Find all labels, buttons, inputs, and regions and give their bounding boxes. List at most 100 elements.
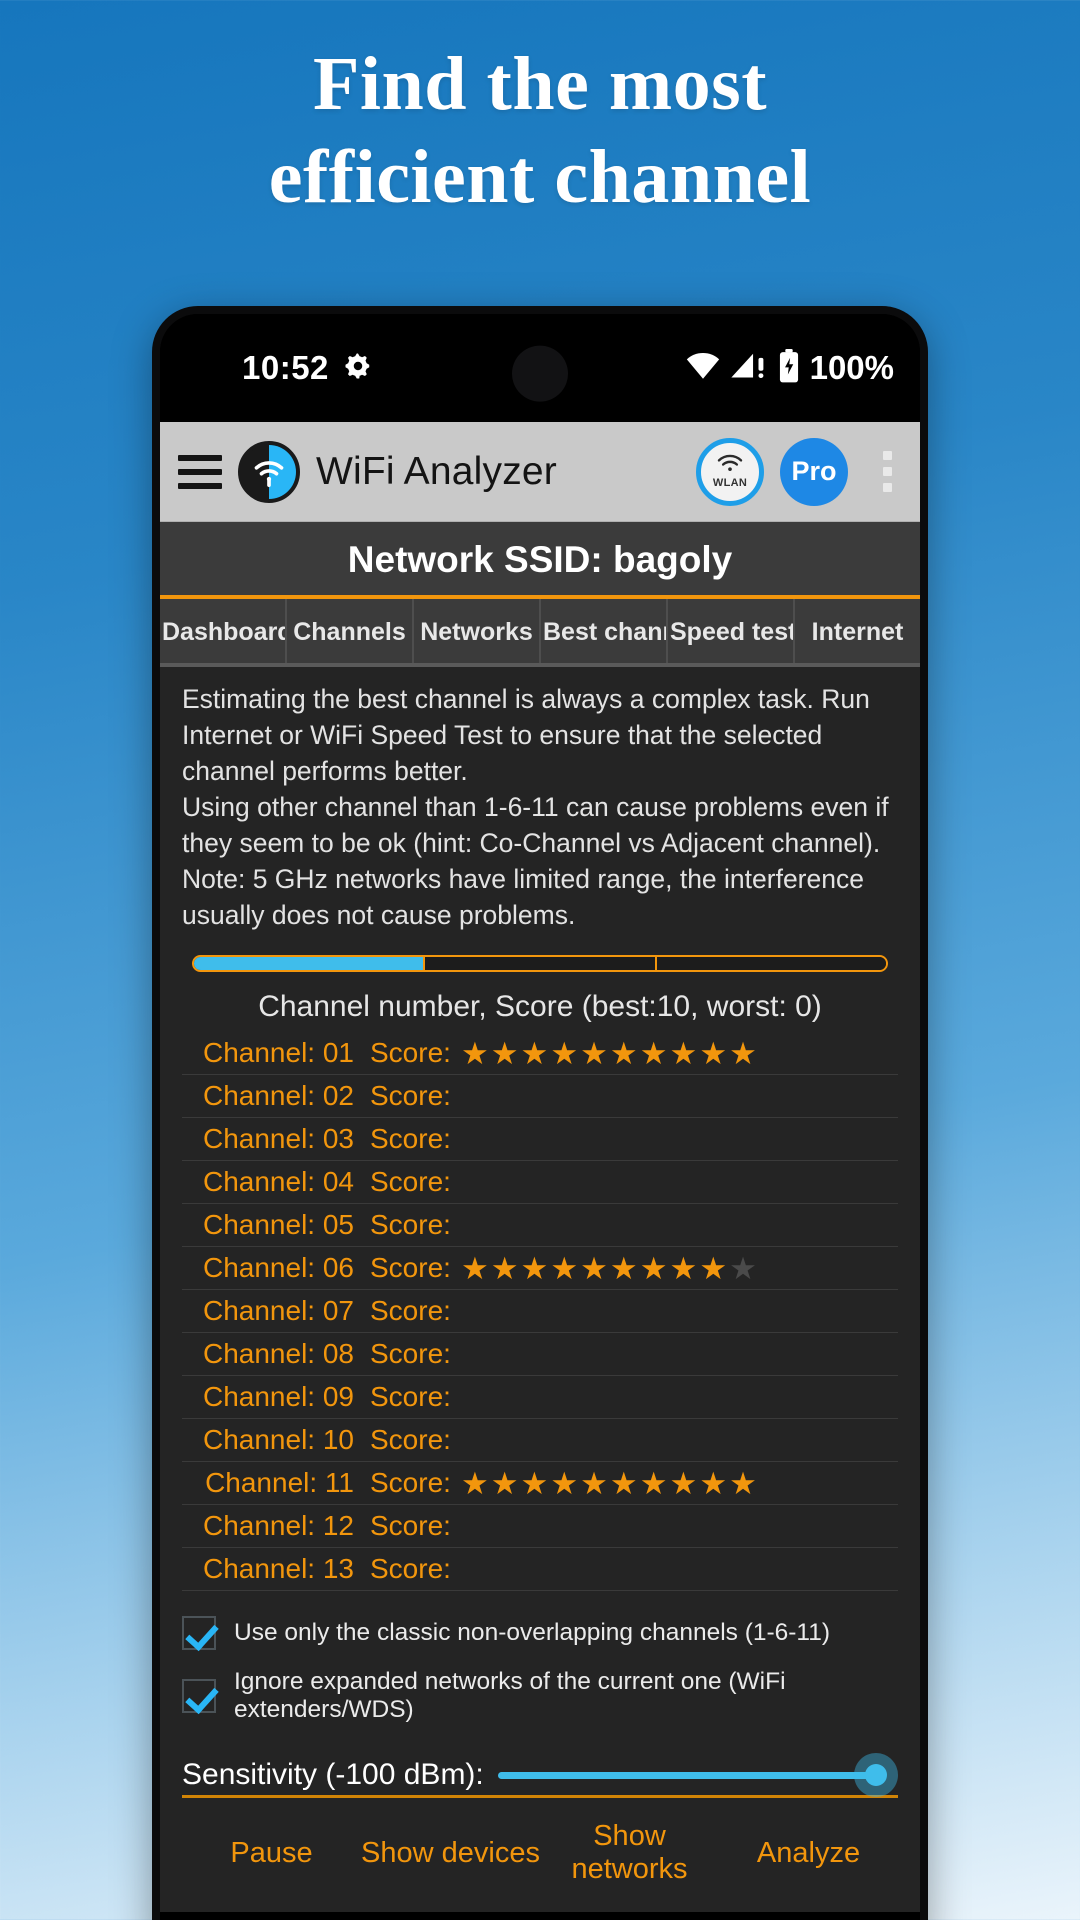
- channel-score-label: Score:: [370, 1209, 451, 1240]
- checkbox-icon[interactable]: [182, 1679, 216, 1713]
- band-option-2-4ghz[interactable]: 2.4 GHz: [194, 957, 426, 971]
- star-filled-icon: ★: [580, 1250, 608, 1286]
- band-option-6ghz[interactable]: 6 GHz: [656, 957, 886, 971]
- channel-row[interactable]: Channel: 13 Score:: [182, 1548, 898, 1591]
- star-filled-icon: ★: [639, 1035, 668, 1071]
- wifi-icon: [686, 351, 720, 386]
- show-networks-button[interactable]: Show networks: [540, 1820, 719, 1886]
- channel-row[interactable]: Channel: 05 Score:: [182, 1204, 898, 1247]
- wlan-toggle-button[interactable]: WLAN: [696, 437, 764, 506]
- channel-number-label: Channel: 09: [202, 1381, 354, 1412]
- star-filled-icon: ★: [639, 1250, 668, 1286]
- tab-channels[interactable]: Channels: [287, 599, 414, 663]
- hamburger-menu-icon[interactable]: [178, 454, 222, 489]
- analyze-button[interactable]: Analyze: [719, 1837, 898, 1870]
- channel-number-label: Channel: 01: [202, 1037, 354, 1068]
- star-filled-icon: ★: [490, 1250, 519, 1286]
- sensitivity-slider[interactable]: [497, 1753, 898, 1797]
- channel-row[interactable]: Channel: 01 Score: ★ ★ ★ ★ ★ ★ ★ ★ ★ ★: [182, 1032, 898, 1075]
- channel-score-label: Score:: [370, 1252, 451, 1283]
- channel-score-list: Channel: 01 Score: ★ ★ ★ ★ ★ ★ ★ ★ ★ ★ Channel: 02 Sc…: [160, 1032, 920, 1591]
- phone-mockup: 10:52 100% WiFi Analyzer WLAN Pro Networ…: [152, 306, 928, 1920]
- channel-score-label: Score:: [370, 1553, 451, 1584]
- channel-row[interactable]: Channel: 08 Score:: [182, 1333, 898, 1376]
- star-filled-icon: ★: [609, 1465, 638, 1501]
- channel-row[interactable]: Channel: 12 Score:: [182, 1505, 898, 1548]
- channel-row[interactable]: Channel: 03 Score:: [182, 1118, 898, 1161]
- channel-number-label: Channel: 06: [202, 1252, 354, 1283]
- pro-badge-button[interactable]: Pro: [780, 437, 848, 506]
- band-option-5ghz[interactable]: 5 GHz: [425, 957, 657, 971]
- pause-button[interactable]: Pause: [182, 1837, 361, 1870]
- checkbox-icon[interactable]: [182, 1616, 216, 1650]
- options-group: Use only the classic non-overlapping cha…: [160, 1591, 920, 1733]
- tab-networks[interactable]: Networks: [414, 599, 541, 663]
- channel-score-label: Score:: [370, 1338, 451, 1369]
- phone-screen: 10:52 100% WiFi Analyzer WLAN Pro Networ…: [160, 314, 920, 1920]
- tab-best-channel[interactable]: Best channel: [541, 599, 668, 663]
- channel-score-label: Score:: [370, 1467, 451, 1498]
- option-row-1[interactable]: Ignore expanded networks of the current …: [182, 1659, 898, 1733]
- status-bar-left: 10:52: [242, 349, 373, 387]
- sensitivity-slider-track: [497, 1771, 876, 1779]
- network-ssid-header: Network SSID: bagoly: [160, 522, 920, 599]
- star-filled-icon: ★: [520, 1465, 549, 1501]
- star-filled-icon: ★: [699, 1250, 728, 1286]
- promo-headline-line-2: efficient channel: [268, 134, 812, 219]
- star-filled-icon: ★: [520, 1035, 549, 1071]
- channel-number-label: Channel: 03: [202, 1123, 354, 1154]
- tab-internet[interactable]: Internet: [795, 599, 920, 663]
- star-filled-icon: ★: [460, 1250, 489, 1286]
- status-bar-clock: 10:52: [242, 349, 329, 386]
- star-filled-icon: ★: [490, 1465, 519, 1501]
- star-filled-icon: ★: [490, 1035, 519, 1071]
- promo-headline: Find the most efficient channel: [0, 38, 1080, 223]
- channel-number-label: Channel: 05: [202, 1209, 354, 1240]
- battery-charging-icon: [778, 348, 800, 388]
- channel-score-stars: ★ ★ ★ ★ ★ ★ ★ ★ ★ ★: [461, 1038, 757, 1069]
- score-legend: Channel number, Score (best:10, worst: 0…: [258, 990, 822, 1023]
- sensitivity-slider-thumb[interactable]: [854, 1753, 898, 1797]
- channel-row[interactable]: Channel: 02 Score:: [182, 1075, 898, 1118]
- star-filled-icon: ★: [729, 1035, 757, 1071]
- channel-number-label: Channel: 02: [202, 1080, 354, 1111]
- channel-row[interactable]: Channel: 10 Score:: [182, 1419, 898, 1462]
- channel-row[interactable]: Channel: 09 Score:: [182, 1376, 898, 1419]
- star-filled-icon: ★: [609, 1035, 638, 1071]
- channel-number-label: Channel: 10: [202, 1424, 354, 1455]
- star-filled-icon: ★: [550, 1035, 579, 1071]
- sensitivity-row: Sensitivity (-100 dBm):: [160, 1733, 920, 1797]
- channel-score-label: Score:: [370, 1123, 451, 1154]
- channel-row[interactable]: Channel: 04 Score:: [182, 1161, 898, 1204]
- channel-score-stars: ★ ★ ★ ★ ★ ★ ★ ★ ★ ★: [461, 1253, 757, 1284]
- star-filled-icon: ★: [460, 1035, 489, 1071]
- channel-score-label: Score:: [370, 1295, 451, 1326]
- show-devices-button[interactable]: Show devices: [361, 1837, 540, 1870]
- option-row-0[interactable]: Use only the classic non-overlapping cha…: [182, 1607, 898, 1659]
- channel-number-label: Channel: 07: [202, 1295, 354, 1326]
- star-filled-icon: ★: [609, 1250, 638, 1286]
- wlan-button-label: WLAN: [712, 477, 748, 489]
- star-filled-icon: ★: [699, 1035, 728, 1071]
- star-filled-icon: ★: [669, 1250, 698, 1286]
- channel-score-stars: ★ ★ ★ ★ ★ ★ ★ ★ ★ ★: [461, 1468, 757, 1499]
- cellular-signal-warning-icon: [730, 351, 768, 386]
- channel-score-label: Score:: [370, 1080, 451, 1111]
- channel-row[interactable]: Channel: 06 Score: ★ ★ ★ ★ ★ ★ ★ ★ ★ ★: [182, 1247, 898, 1290]
- wifi-analyzer-logo-icon: [238, 440, 300, 503]
- channel-row[interactable]: Channel: 11 Score: ★ ★ ★ ★ ★ ★ ★ ★ ★ ★: [182, 1462, 898, 1505]
- star-filled-icon: ★: [580, 1035, 608, 1071]
- star-empty-icon: ★: [729, 1250, 757, 1286]
- channel-number-label: Channel: 04: [202, 1166, 354, 1197]
- channel-score-label: Score:: [370, 1381, 451, 1412]
- star-filled-icon: ★: [699, 1465, 728, 1501]
- channel-row[interactable]: Channel: 07 Score:: [182, 1290, 898, 1333]
- star-filled-icon: ★: [669, 1465, 698, 1501]
- battery-percentage: 100%: [809, 349, 894, 386]
- overflow-menu-icon[interactable]: [864, 451, 910, 492]
- channel-number-label: Channel: 13: [202, 1553, 354, 1584]
- tab-speed-test[interactable]: Speed test: [668, 599, 795, 663]
- navigation-bar-stub: [160, 1912, 920, 1920]
- star-filled-icon: ★: [550, 1465, 579, 1501]
- tab-dashboard[interactable]: Dashboard: [160, 599, 287, 663]
